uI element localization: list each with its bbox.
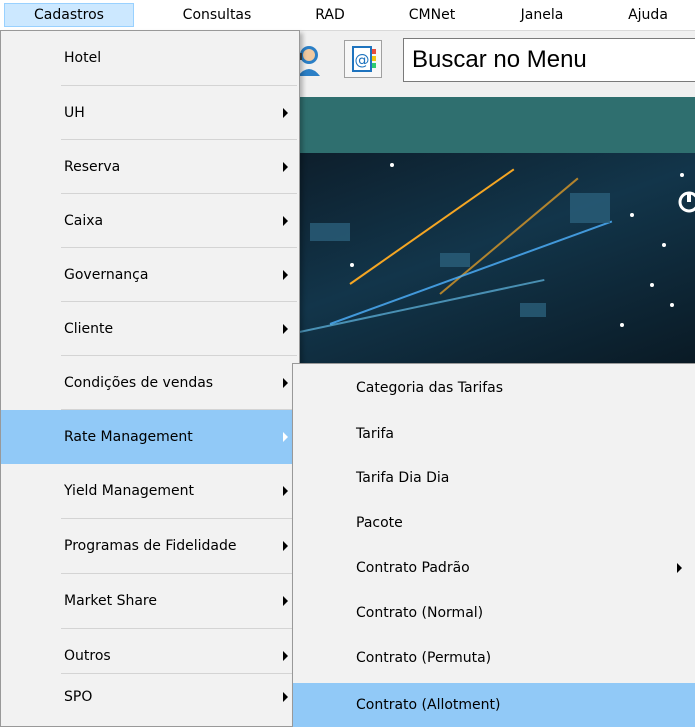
address-book-icon: @ <box>352 46 376 72</box>
svg-text:@: @ <box>355 51 370 69</box>
menu-item-hotel[interactable]: Hotel <box>1 31 299 85</box>
menu-item-yield-management[interactable]: Yield Management <box>1 464 299 518</box>
submenu-item-label: Contrato (Allotment) <box>356 697 501 713</box>
submenu-arrow-icon <box>283 651 288 661</box>
menu-item-label: Rate Management <box>64 429 193 445</box>
background-image <box>290 153 695 363</box>
menubar: Cadastros Consultas RAD CMNet Janela Aju… <box>0 0 695 31</box>
address-book-button[interactable]: @ <box>344 40 382 78</box>
menubar-consultas[interactable]: Consultas <box>172 4 262 26</box>
submenu-item-label: Pacote <box>356 515 403 531</box>
menu-item-label: Condições de vendas <box>64 375 214 391</box>
menu-item-label: Caixa <box>64 213 104 229</box>
submenu-arrow-icon <box>283 108 288 118</box>
menu-item-spo[interactable]: SPO <box>1 674 299 724</box>
menu-item-caixa[interactable]: Caixa <box>1 194 299 248</box>
submenu-arrow-icon <box>283 486 288 496</box>
menu-item-label: Governança <box>64 267 149 283</box>
submenu-arrow-icon <box>283 324 288 334</box>
menu-item-cliente[interactable]: Cliente <box>1 302 299 356</box>
submenu-arrow-icon <box>283 432 288 442</box>
menu-item-uh[interactable]: UH <box>1 86 299 140</box>
menubar-rad[interactable]: RAD <box>308 4 352 26</box>
submenu-item-pacote[interactable]: Pacote <box>293 501 695 546</box>
menu-item-condicoes-de-vendas[interactable]: Condições de vendas <box>1 356 299 410</box>
menu-item-rate-management[interactable]: Rate Management <box>1 410 299 464</box>
submenu-arrow-icon <box>283 692 288 702</box>
menu-item-label: Yield Management <box>64 483 195 499</box>
submenu-item-label: Categoria das Tarifas <box>356 380 504 396</box>
submenu-item-label: Tarifa <box>356 426 394 442</box>
submenu-item-label: Tarifa Dia Dia <box>356 470 450 486</box>
submenu-item-tarifa[interactable]: Tarifa <box>293 412 695 456</box>
rate-management-submenu: Categoria das Tarifas Tarifa Tarifa Dia … <box>292 363 695 727</box>
search-menu-input[interactable]: Buscar no Menu <box>403 38 695 82</box>
menu-item-label: Hotel <box>64 50 102 66</box>
submenu-item-contrato-normal[interactable]: Contrato (Normal) <box>293 591 695 636</box>
menu-item-governanca[interactable]: Governança <box>1 248 299 302</box>
menu-item-label: Cliente <box>64 321 114 337</box>
submenu-arrow-icon <box>283 162 288 172</box>
submenu-item-categoria-das-tarifas[interactable]: Categoria das Tarifas <box>293 364 695 412</box>
submenu-item-label: Contrato (Normal) <box>356 605 484 621</box>
submenu-arrow-icon <box>283 541 288 551</box>
cadastros-menu: Hotel UH Reserva Caixa Governança Client… <box>0 30 300 727</box>
power-icon <box>678 191 695 213</box>
menubar-cadastros[interactable]: Cadastros <box>4 3 134 27</box>
menubar-cmnet[interactable]: CMNet <box>402 4 462 26</box>
submenu-item-contrato-padrao[interactable]: Contrato Padrão <box>293 546 695 591</box>
menu-item-reserva[interactable]: Reserva <box>1 140 299 194</box>
submenu-item-contrato-allotment[interactable]: Contrato (Allotment) <box>293 683 695 727</box>
menu-item-label: UH <box>64 105 85 121</box>
menu-item-market-share[interactable]: Market Share <box>1 574 299 628</box>
toolbar: @ Buscar no Menu <box>298 31 695 97</box>
submenu-arrow-icon <box>283 378 288 388</box>
submenu-item-label: Contrato (Permuta) <box>356 650 492 666</box>
menubar-ajuda[interactable]: Ajuda <box>620 4 676 26</box>
menubar-janela[interactable]: Janela <box>514 4 570 26</box>
submenu-arrow-icon <box>283 596 288 606</box>
menu-item-programas-de-fidelidade[interactable]: Programas de Fidelidade <box>1 519 299 573</box>
submenu-arrow-icon <box>283 270 288 280</box>
submenu-item-label: Contrato Padrão <box>356 560 470 576</box>
header-band <box>290 97 695 153</box>
menu-item-label: Market Share <box>64 593 157 609</box>
menu-item-label: SPO <box>64 689 93 705</box>
submenu-arrow-icon <box>677 563 682 573</box>
menu-item-label: Programas de Fidelidade <box>64 538 237 554</box>
submenu-arrow-icon <box>283 216 288 226</box>
menu-item-label: Reserva <box>64 159 121 175</box>
submenu-item-tarifa-dia-dia[interactable]: Tarifa Dia Dia <box>293 456 695 501</box>
submenu-item-contrato-permuta[interactable]: Contrato (Permuta) <box>293 636 695 681</box>
